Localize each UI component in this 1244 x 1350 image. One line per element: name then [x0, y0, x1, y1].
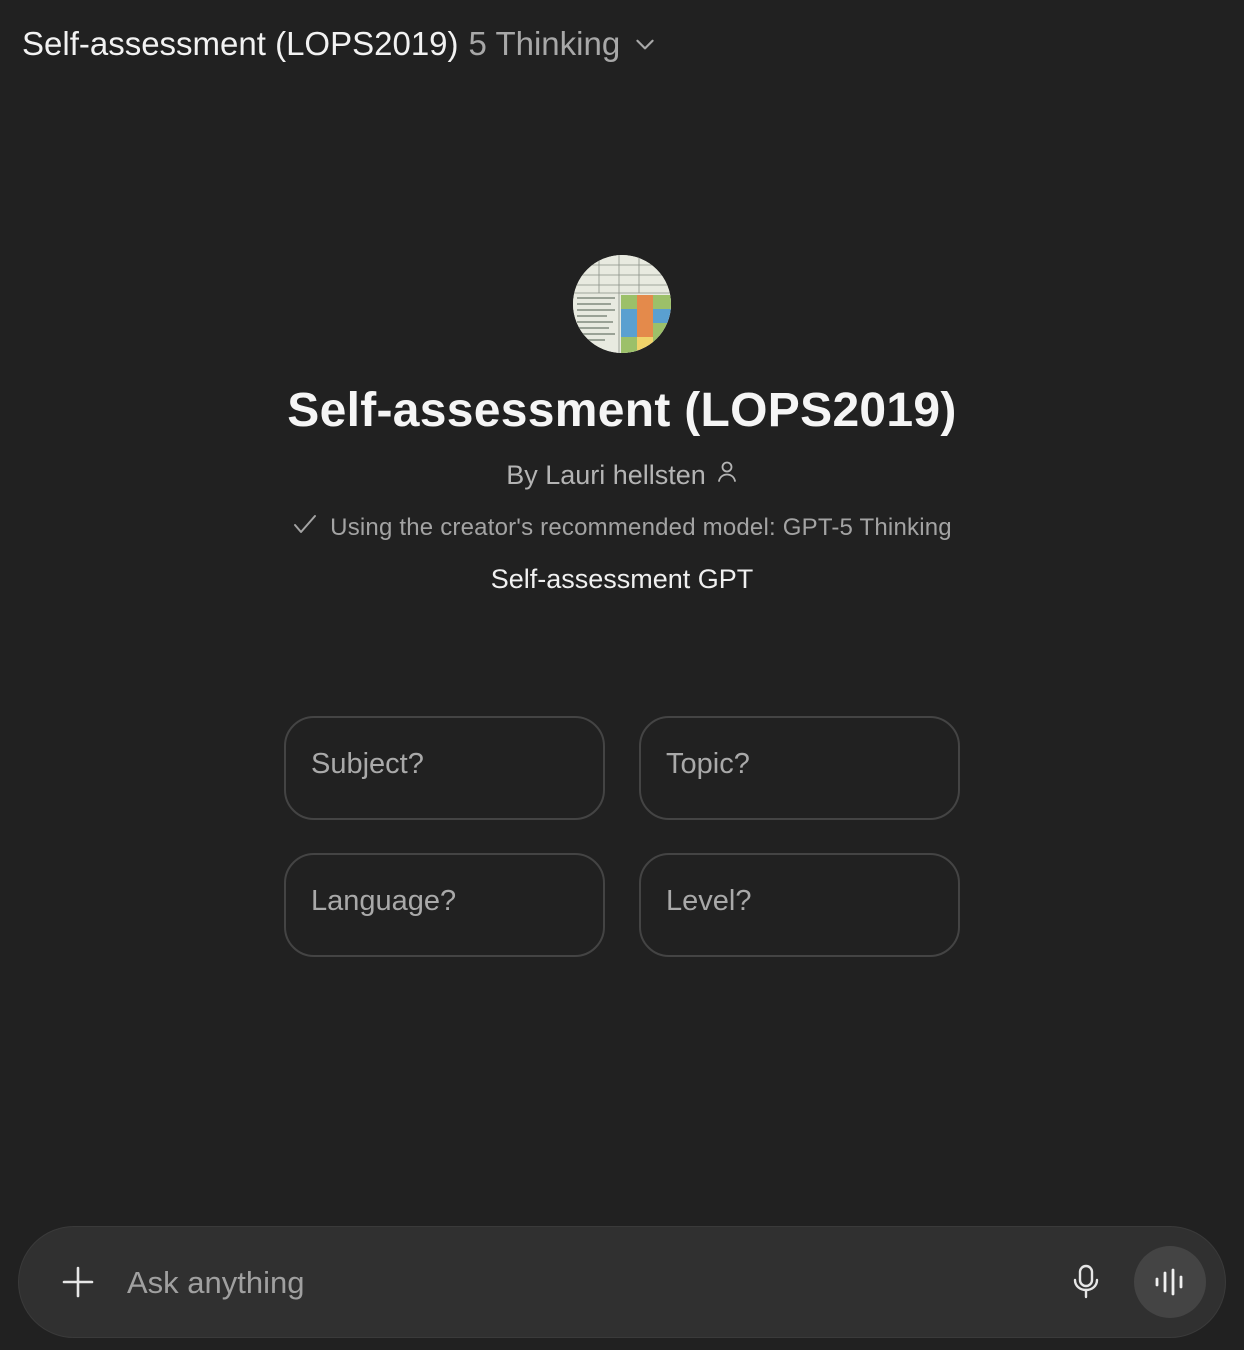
recommended-model-text: Using the creator's recommended model: G… — [330, 513, 952, 541]
microphone-icon[interactable] — [1063, 1259, 1109, 1305]
model-selector[interactable]: Self-assessment (LOPS2019) 5 Thinking — [22, 20, 658, 68]
creator-name: By Lauri hellsten — [506, 460, 706, 490]
message-composer — [18, 1226, 1226, 1338]
chat-page: Self-assessment (LOPS2019) 5 Thinking Se… — [0, 0, 1244, 1350]
gpt-name: Self-assessment (LOPS2019) — [22, 25, 459, 62]
gpt-title: Self-assessment (LOPS2019) — [287, 384, 957, 437]
starter-topic[interactable]: Topic? — [639, 716, 960, 820]
gpt-intro: Self-assessment (LOPS2019) By Lauri hell… — [0, 255, 1244, 595]
starter-subject[interactable]: Subject? — [284, 716, 605, 820]
voice-waveform-icon[interactable] — [1134, 1246, 1206, 1318]
plus-icon[interactable] — [55, 1259, 101, 1305]
conversation-starters: Subject? Topic? Language? Level? — [284, 716, 960, 957]
chevron-down-icon[interactable] — [632, 31, 658, 57]
creator-byline[interactable]: By Lauri hellsten — [506, 460, 738, 491]
starter-language[interactable]: Language? — [284, 853, 605, 957]
ask-input[interactable] — [125, 1255, 1029, 1311]
gpt-description: Self-assessment GPT — [490, 564, 754, 594]
recommended-model-note: Using the creator's recommended model: G… — [292, 513, 952, 542]
person-icon — [716, 460, 738, 491]
gpt-avatar — [573, 255, 671, 353]
checkmark-icon — [292, 513, 318, 542]
starter-level[interactable]: Level? — [639, 853, 960, 957]
model-name: 5 Thinking — [468, 25, 621, 62]
